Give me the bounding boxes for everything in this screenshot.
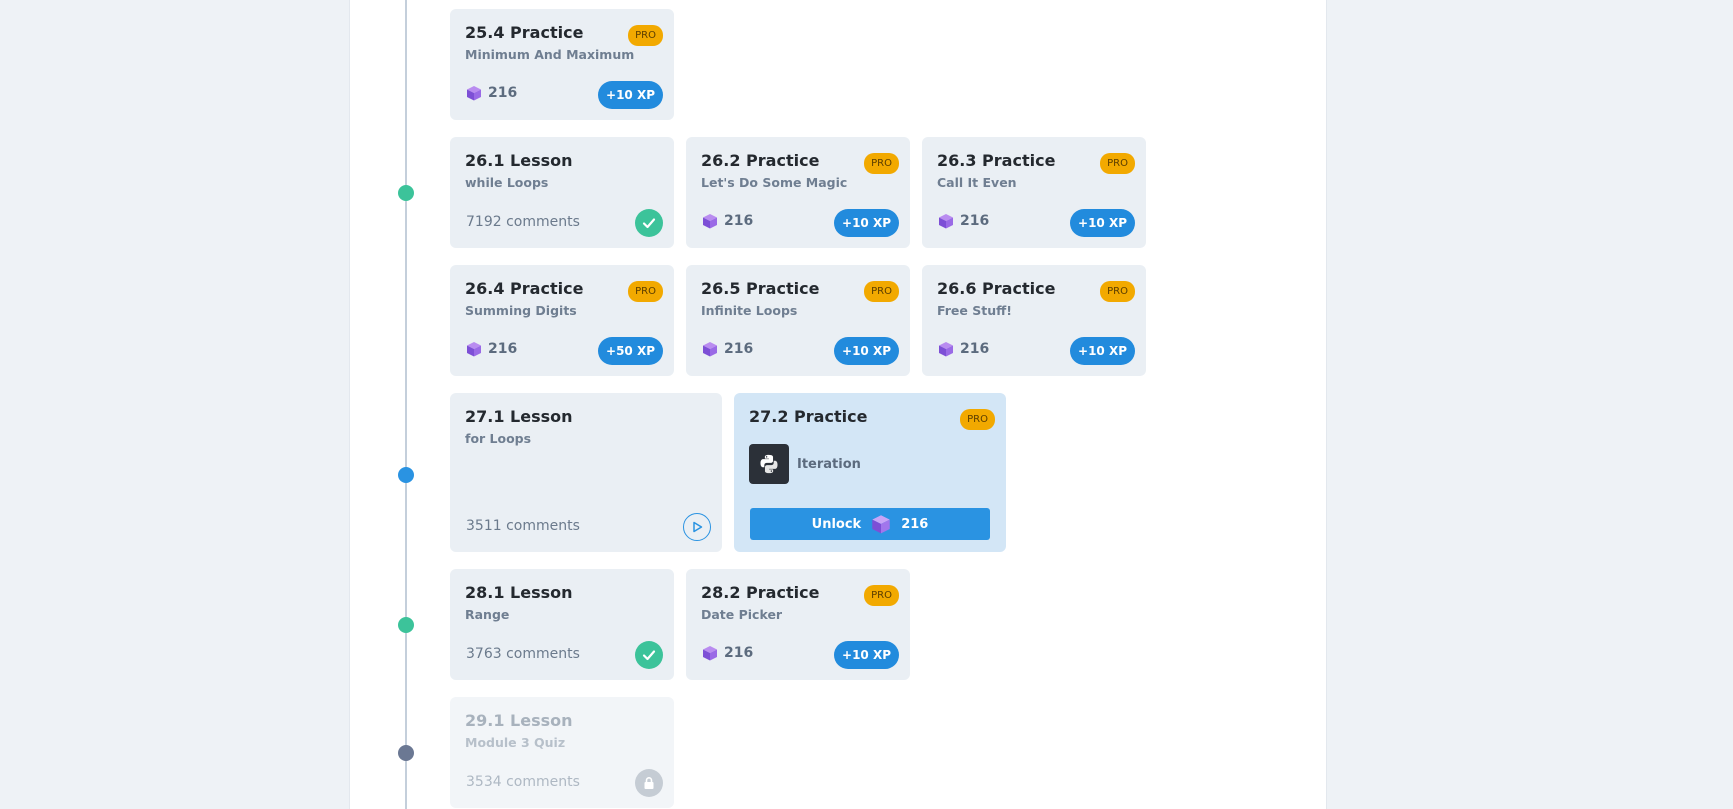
purple-cube-icon <box>939 342 953 357</box>
gem-count: 216 <box>724 341 754 357</box>
lesson-card-26-5[interactable]: 26.5 Practice Infinite Loops PRO 216 +10… <box>686 265 910 376</box>
purple-cube-icon <box>467 86 481 101</box>
unlock-label: Unlock <box>811 516 862 532</box>
gem-cost: 216 <box>938 341 989 357</box>
xp-pill: +10 XP <box>1070 337 1135 365</box>
pro-badge: PRO <box>864 281 899 302</box>
pro-badge: PRO <box>864 585 899 606</box>
lesson-card-25-4[interactable]: 25.4 Practice Minimum And Maximum PRO 21… <box>450 9 674 120</box>
card-title: 27.2 Practice <box>749 407 868 426</box>
pro-badge: PRO <box>1100 153 1135 174</box>
card-title: 29.1 Lesson <box>465 711 573 730</box>
check-icon <box>635 209 663 237</box>
xp-pill: +50 XP <box>598 337 663 365</box>
python-icon <box>749 444 789 484</box>
comments-count[interactable]: 7192 comments <box>466 214 580 230</box>
xp-pill: +10 XP <box>598 81 663 109</box>
card-subtitle: Infinite Loops <box>701 303 798 318</box>
xp-pill: +10 XP <box>1070 209 1135 237</box>
gem-cost: 216 <box>702 213 753 229</box>
unlock-button[interactable]: Unlock 216 <box>750 508 990 540</box>
card-subtitle: Free Stuff! <box>937 303 1012 318</box>
comments-count[interactable]: 3763 comments <box>466 646 580 662</box>
card-title: 26.1 Lesson <box>465 151 573 170</box>
gem-cost: 216 <box>702 341 753 357</box>
language-row: Iteration <box>749 444 861 484</box>
timeline-line <box>405 0 407 809</box>
purple-cube-icon <box>872 515 890 534</box>
gem-count: 216 <box>488 85 518 101</box>
timeline-dot-completed <box>398 617 414 633</box>
card-subtitle: Call It Even <box>937 175 1017 190</box>
unlock-cost: 216 <box>901 516 929 532</box>
timeline-dot-current <box>398 467 414 483</box>
pro-badge: PRO <box>864 153 899 174</box>
card-subtitle: Date Picker <box>701 607 783 622</box>
gem-count: 216 <box>488 341 518 357</box>
card-title: 28.1 Lesson <box>465 583 573 602</box>
purple-cube-icon <box>939 214 953 229</box>
lesson-card-26-2[interactable]: 26.2 Practice Let's Do Some Magic PRO 21… <box>686 137 910 248</box>
lesson-card-26-4[interactable]: 26.4 Practice Summing Digits PRO 216 +50… <box>450 265 674 376</box>
card-subtitle: Minimum And Maximum <box>465 47 635 62</box>
language-label: Iteration <box>797 456 861 472</box>
lesson-card-28-2[interactable]: 28.2 Practice Date Picker PRO 216 +10 XP <box>686 569 910 680</box>
pro-badge: PRO <box>1100 281 1135 302</box>
card-subtitle: Range <box>465 607 510 622</box>
play-icon[interactable] <box>683 513 711 541</box>
comments-count[interactable]: 3511 comments <box>466 518 580 534</box>
gem-count: 216 <box>960 341 990 357</box>
gem-count: 216 <box>960 213 990 229</box>
card-title: 27.1 Lesson <box>465 407 573 426</box>
gem-cost: 216 <box>702 645 753 661</box>
gem-count: 216 <box>724 645 754 661</box>
lesson-card-26-6[interactable]: 26.6 Practice Free Stuff! PRO 216 +10 XP <box>922 265 1146 376</box>
comments-count: 3534 comments <box>466 774 580 790</box>
card-subtitle: Let's Do Some Magic <box>701 175 848 190</box>
pro-badge: PRO <box>960 409 995 430</box>
gem-cost: 216 <box>466 341 517 357</box>
gem-cost: 216 <box>466 85 517 101</box>
timeline-dot-locked <box>398 745 414 761</box>
xp-pill: +10 XP <box>834 641 899 669</box>
gem-cost: 216 <box>938 213 989 229</box>
purple-cube-icon <box>467 342 481 357</box>
timeline-dot-completed <box>398 185 414 201</box>
purple-cube-icon <box>703 646 717 661</box>
lesson-card-27-2[interactable]: 27.2 Practice PRO Iteration Unlock 216 <box>734 393 1006 552</box>
purple-cube-icon <box>703 342 717 357</box>
lesson-card-26-1[interactable]: 26.1 Lesson while Loops 7192 comments <box>450 137 674 248</box>
xp-pill: +10 XP <box>834 337 899 365</box>
lock-icon <box>635 769 663 797</box>
lesson-card-29-1[interactable]: 29.1 Lesson Module 3 Quiz 3534 comments <box>450 697 674 808</box>
purple-cube-icon <box>703 214 717 229</box>
check-icon <box>635 641 663 669</box>
xp-pill: +10 XP <box>834 209 899 237</box>
pro-badge: PRO <box>628 25 663 46</box>
card-subtitle: while Loops <box>465 175 549 190</box>
lesson-card-27-1[interactable]: 27.1 Lesson for Loops 3511 comments <box>450 393 722 552</box>
lesson-card-26-3[interactable]: 26.3 Practice Call It Even PRO 216 +10 X… <box>922 137 1146 248</box>
pro-badge: PRO <box>628 281 663 302</box>
lesson-card-28-1[interactable]: 28.1 Lesson Range 3763 comments <box>450 569 674 680</box>
card-subtitle: Summing Digits <box>465 303 577 318</box>
card-subtitle: Module 3 Quiz <box>465 735 566 750</box>
card-subtitle: for Loops <box>465 431 532 446</box>
gem-count: 216 <box>724 213 754 229</box>
